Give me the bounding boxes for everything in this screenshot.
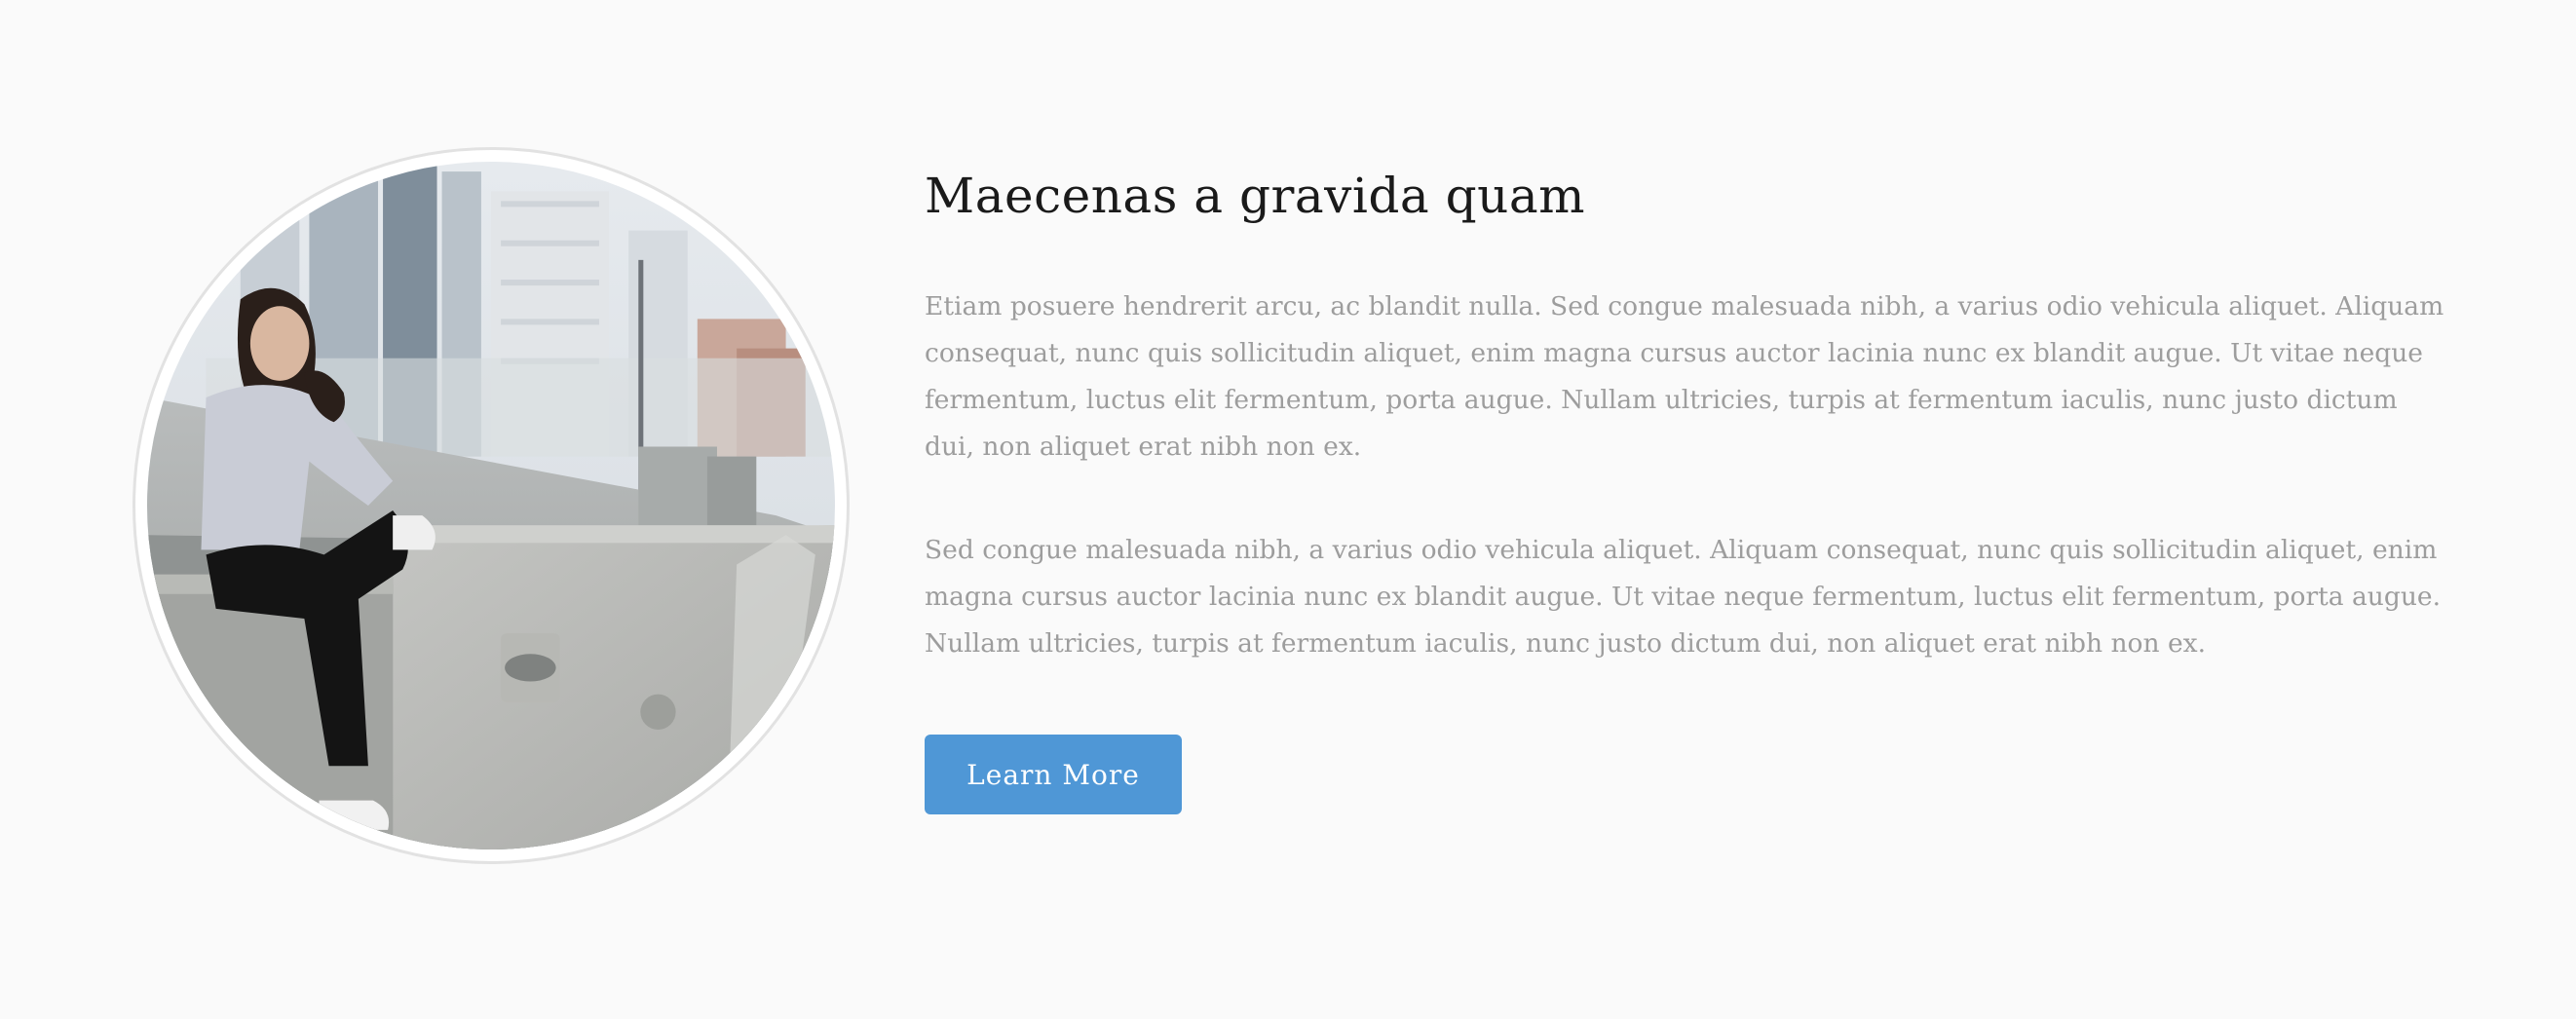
rooftop-photo bbox=[147, 162, 835, 849]
feature-section: Maecenas a gravida quam Etiam posuere he… bbox=[0, 0, 2576, 1019]
feature-title: Maecenas a gravida quam bbox=[925, 168, 1586, 224]
feature-paragraph-1: Etiam posuere hendrerit arcu, ac blandit… bbox=[925, 291, 2444, 462]
feature-paragraph-2: Sed congue malesuada nibh, a varius odio… bbox=[925, 535, 2442, 659]
feature-content: Maecenas a gravida quam Etiam posuere he… bbox=[925, 156, 2444, 814]
feature-image-frame bbox=[133, 147, 850, 864]
feature-image bbox=[147, 162, 835, 849]
learn-more-button[interactable]: Learn More bbox=[925, 735, 1182, 814]
